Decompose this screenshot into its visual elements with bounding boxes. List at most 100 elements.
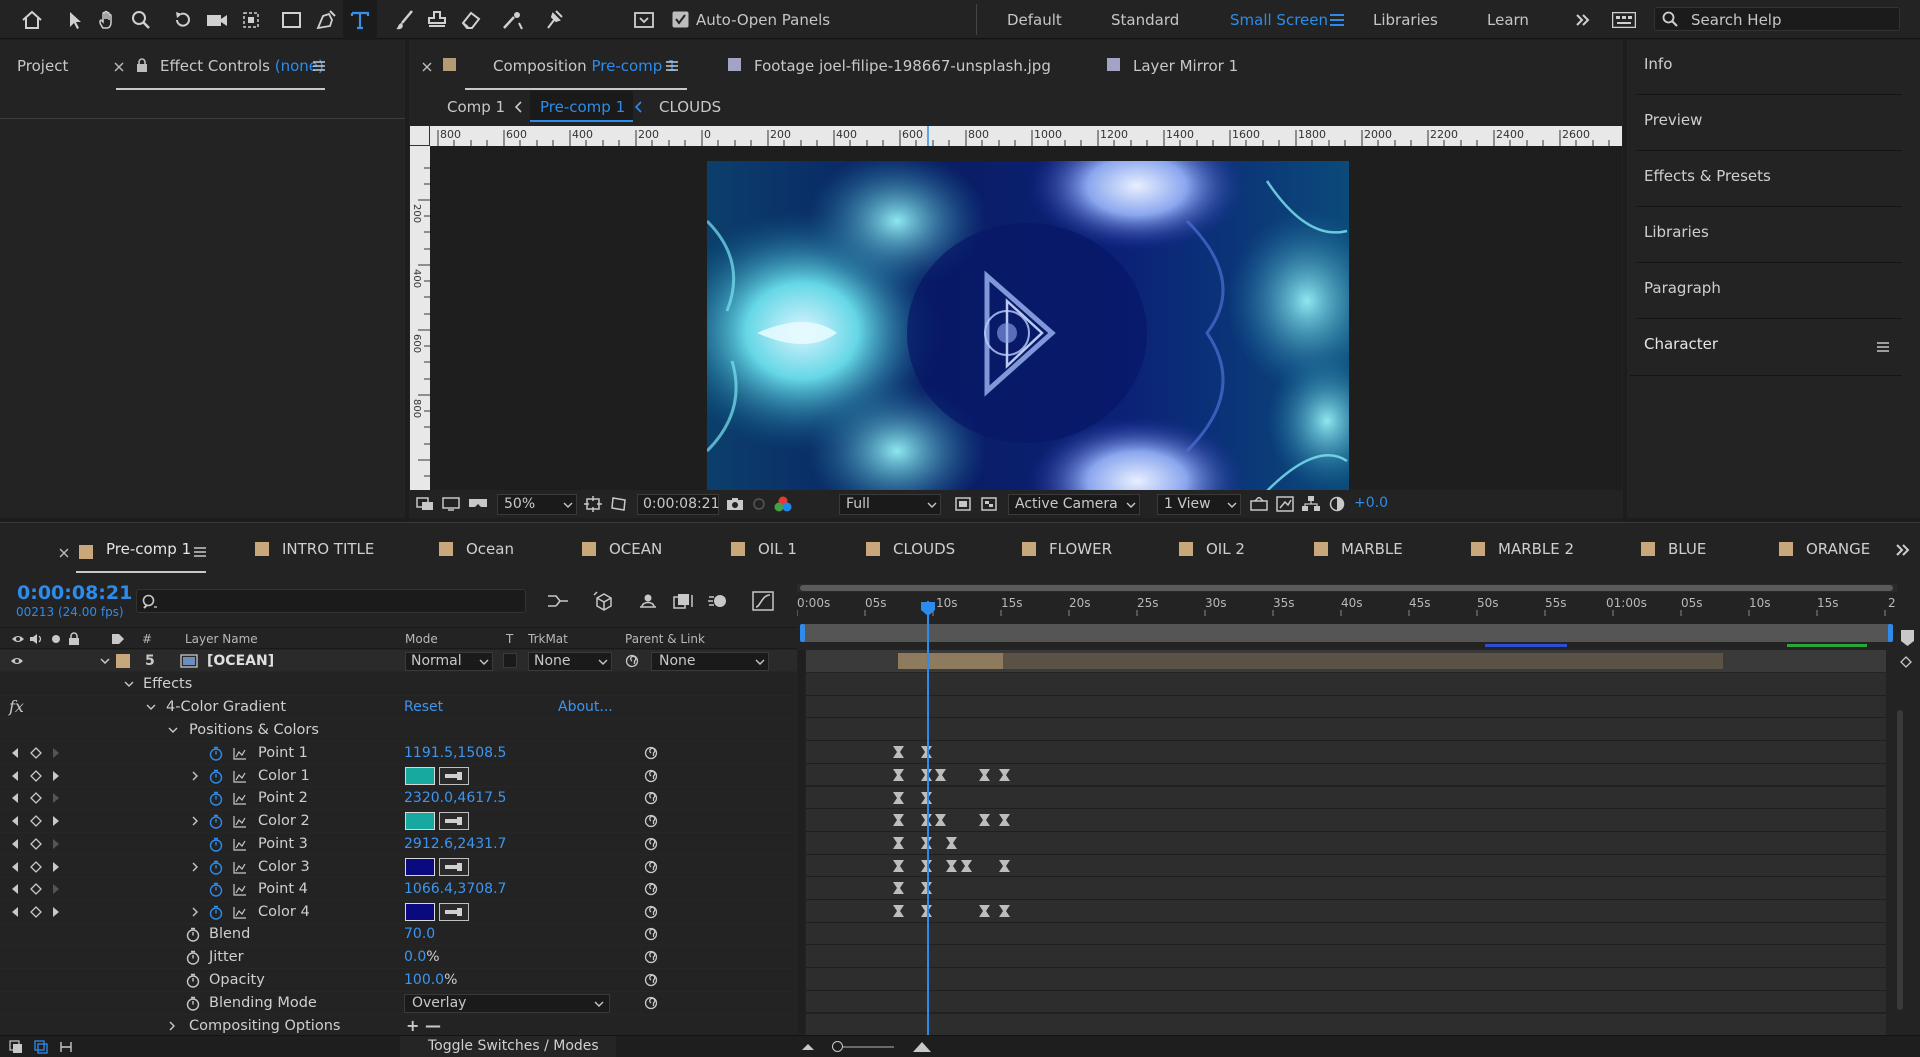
property-row-point-2[interactable]: Point 2 2320.0,4617.5 xyxy=(0,787,797,811)
color-swatch[interactable] xyxy=(405,902,435,921)
stopwatch-icon[interactable] xyxy=(208,768,224,785)
pickwhip-icon[interactable] xyxy=(643,768,659,784)
color-swatch[interactable] xyxy=(405,812,435,831)
workspace-panel-icon[interactable] xyxy=(627,0,661,39)
tab-marble-2[interactable]: MARBLE 2 xyxy=(1471,540,1574,558)
property-row-point-1[interactable]: Point 1 1191.5,1508.5 xyxy=(0,742,797,765)
frame-blending-icon[interactable] xyxy=(670,588,696,614)
work-area-start-handle[interactable] xyxy=(800,624,805,642)
stopwatch-icon[interactable] xyxy=(208,813,224,830)
property-track[interactable] xyxy=(806,945,1886,969)
tab-marble[interactable]: MARBLE xyxy=(1314,540,1403,558)
current-time-indicator[interactable] xyxy=(927,601,929,1035)
composition-viewer[interactable]: 800 600 400 200 0 200 400 600 800 1000 1… xyxy=(410,126,1622,528)
chevron-right-icon[interactable] xyxy=(165,1020,179,1032)
add-keyframe-icon[interactable] xyxy=(29,769,43,782)
camera-dropdown[interactable]: Active Camera xyxy=(1008,494,1140,515)
tab-footage[interactable]: Footage joel-filipe-198667-unsplash.jpg xyxy=(754,57,1051,75)
tab-ocean-upper[interactable]: OCEAN xyxy=(582,540,662,558)
stopwatch-icon[interactable] xyxy=(185,972,201,989)
eraser-tool-icon[interactable] xyxy=(454,0,488,39)
panel-effects-presets[interactable]: Effects & Presets xyxy=(1636,152,1902,207)
rectangle-tool-icon[interactable] xyxy=(275,0,309,39)
tab-oil-2[interactable]: OIL 2 xyxy=(1179,540,1245,558)
tab-flower[interactable]: FLOWER xyxy=(1022,540,1112,558)
workspace-small-screen[interactable]: Small Screen xyxy=(1230,11,1328,29)
layer-row[interactable]: 5 [OCEAN] Normal None None xyxy=(0,650,797,672)
selection-tool-icon[interactable] xyxy=(58,0,92,39)
tab-project[interactable]: Project xyxy=(17,57,68,75)
layer-label-color[interactable] xyxy=(116,654,130,668)
graph-icon[interactable] xyxy=(232,860,248,875)
tab-composition[interactable]: Composition Pre-comp 1 xyxy=(493,57,677,75)
add-keyframe-icon[interactable] xyxy=(29,815,43,828)
color-swatch[interactable] xyxy=(405,857,435,876)
panel-menu-icon[interactable] xyxy=(665,60,679,72)
transparency-grid-icon[interactable] xyxy=(979,494,999,514)
property-row-opacity[interactable]: Opacity 100.0% xyxy=(0,969,797,992)
eyedropper-button[interactable] xyxy=(439,812,469,831)
show-snapshot-icon[interactable] xyxy=(749,494,769,514)
timeline-scrollbar[interactable] xyxy=(1887,650,1920,1034)
next-keyframe-icon[interactable] xyxy=(51,747,61,759)
time-ruler[interactable]: 0:00s 05s 10s 15s 20s 25s 30s 35s 40s 45… xyxy=(797,596,1897,616)
pickwhip-icon[interactable] xyxy=(643,745,659,761)
property-value[interactable]: 2912.6,2431.7 xyxy=(404,836,506,852)
pan-behind-tool-icon[interactable] xyxy=(234,0,268,39)
pickwhip-icon[interactable] xyxy=(643,813,659,829)
property-track[interactable] xyxy=(806,695,1886,719)
keyframe-icon[interactable] xyxy=(999,768,1010,781)
lock-icon[interactable] xyxy=(135,56,149,74)
mask-visibility-icon[interactable] xyxy=(609,494,629,514)
brush-tool-icon[interactable] xyxy=(387,0,421,39)
region-of-interest-icon[interactable] xyxy=(953,494,973,514)
property-track[interactable] xyxy=(806,900,1886,923)
keyframe-icon[interactable] xyxy=(893,905,904,917)
label-tag-icon[interactable] xyxy=(110,631,126,647)
stopwatch-icon[interactable] xyxy=(208,836,224,853)
pickwhip-icon[interactable] xyxy=(643,926,659,942)
tab-orange[interactable]: ORANGE xyxy=(1779,540,1870,558)
current-time-display[interactable]: 0:00:08:21 xyxy=(17,582,132,604)
workspace-learn[interactable]: Learn xyxy=(1487,11,1529,29)
hand-tool-icon[interactable] xyxy=(90,0,124,39)
next-keyframe-icon[interactable] xyxy=(51,883,61,895)
keyframe-icon[interactable] xyxy=(979,768,990,781)
panel-paragraph[interactable]: Paragraph xyxy=(1636,264,1902,319)
jitter-value-group[interactable]: 0.0% xyxy=(404,949,440,965)
keyframe-icon[interactable] xyxy=(893,746,904,759)
preserve-transparency-toggle[interactable] xyxy=(503,653,517,668)
property-row-jitter[interactable]: Jitter 0.0% xyxy=(0,946,797,969)
clone-stamp-tool-icon[interactable] xyxy=(420,0,454,39)
reset-exposure-icon[interactable] xyxy=(1327,494,1347,514)
property-track[interactable] xyxy=(806,854,1886,878)
property-row-color-4[interactable]: Color 4 xyxy=(0,901,797,924)
parent-dropdown[interactable]: None xyxy=(651,652,769,671)
tab-pre-comp-1[interactable]: Pre-comp 1 xyxy=(106,540,191,558)
chevron-right-icon[interactable] xyxy=(190,770,200,782)
channels-icon[interactable] xyxy=(773,494,793,514)
property-track[interactable] xyxy=(806,922,1886,946)
pickwhip-icon[interactable] xyxy=(643,859,659,875)
chevron-right-icon[interactable] xyxy=(190,861,200,873)
video-visibility-icon[interactable] xyxy=(10,631,26,647)
prev-keyframe-icon[interactable] xyxy=(10,792,20,804)
fit-to-frame-icon[interactable] xyxy=(583,494,603,514)
viewer-timecode[interactable]: 0:00:08:21 xyxy=(637,494,720,515)
view-layout-dropdown[interactable]: 1 View xyxy=(1157,494,1241,515)
graph-icon[interactable] xyxy=(232,837,248,852)
keyframe-icon[interactable] xyxy=(893,814,904,827)
prev-keyframe-icon[interactable] xyxy=(10,770,20,782)
next-keyframe-icon[interactable] xyxy=(51,838,61,850)
chevron-down-icon[interactable] xyxy=(122,678,136,690)
effects-group-row[interactable]: Effects xyxy=(0,673,797,696)
close-icon[interactable] xyxy=(57,546,71,560)
audio-icon[interactable] xyxy=(28,631,44,647)
time-navigator[interactable] xyxy=(797,584,1897,592)
effect-reset-link[interactable]: Reset xyxy=(404,699,443,715)
property-value[interactable]: 1066.4,3708.7 xyxy=(404,881,506,897)
roto-brush-tool-icon[interactable] xyxy=(496,0,530,39)
property-track[interactable] xyxy=(806,673,1886,696)
chevron-right-icon[interactable] xyxy=(190,906,200,918)
pickwhip-icon[interactable] xyxy=(643,881,659,897)
